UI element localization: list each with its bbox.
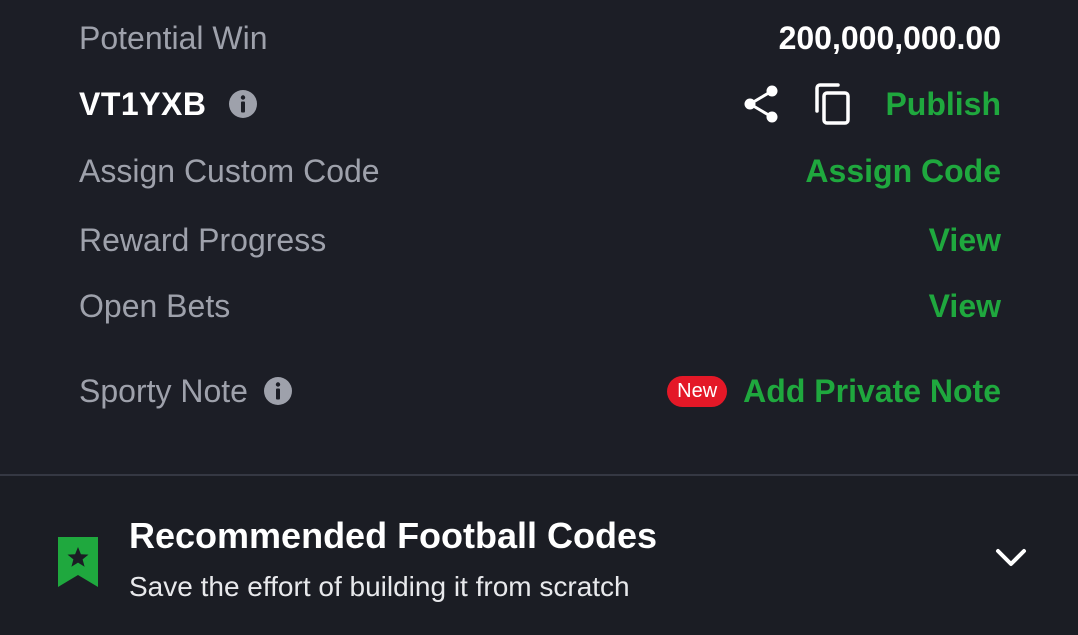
assign-code-row: Assign Custom Code Assign Code (79, 148, 1001, 194)
potential-win-label: Potential Win (79, 19, 268, 56)
potential-win-row: Potential Win 200,000,000.00 (79, 16, 1001, 60)
open-bets-label: Open Bets (79, 287, 231, 324)
new-badge: New (667, 375, 728, 407)
info-icon[interactable] (263, 376, 293, 406)
reward-progress-label: Reward Progress (79, 221, 327, 258)
reward-progress-row: Reward Progress View (79, 217, 1001, 263)
assign-custom-code-label: Assign Custom Code (79, 152, 380, 189)
add-private-note-button[interactable]: Add Private Note (743, 373, 1001, 410)
bet-summary-panel: Potential Win 200,000,000.00 VT1YXB Publ… (0, 0, 1078, 474)
info-icon[interactable] (228, 89, 258, 119)
sporty-note-group: Sporty Note (79, 373, 293, 410)
copy-icon[interactable] (813, 83, 851, 125)
recommended-title: Recommended Football Codes (129, 515, 658, 556)
potential-win-value: 200,000,000.00 (778, 19, 1001, 56)
chevron-down-icon[interactable] (994, 545, 1028, 571)
open-bets-view-button[interactable]: View (929, 288, 1001, 325)
booking-code-actions: Publish (743, 83, 1001, 125)
sporty-note-label: Sporty Note (79, 372, 248, 409)
assign-code-button[interactable]: Assign Code (805, 153, 1001, 190)
booking-code-row: VT1YXB Publish (79, 80, 1001, 128)
sporty-note-actions: New Add Private Note (667, 373, 1001, 410)
reward-progress-view-button[interactable]: View (929, 222, 1001, 259)
sporty-note-row: Sporty Note New Add Private Note (79, 368, 1001, 414)
share-icon[interactable] (743, 84, 779, 124)
bookmark-star-icon (58, 537, 98, 587)
open-bets-row: Open Bets View (79, 283, 1001, 329)
booking-code-group: VT1YXB (79, 86, 258, 123)
recommended-subtitle: Save the effort of building it from scra… (129, 571, 630, 602)
publish-button[interactable]: Publish (885, 86, 1001, 123)
booking-code: VT1YXB (79, 85, 207, 122)
